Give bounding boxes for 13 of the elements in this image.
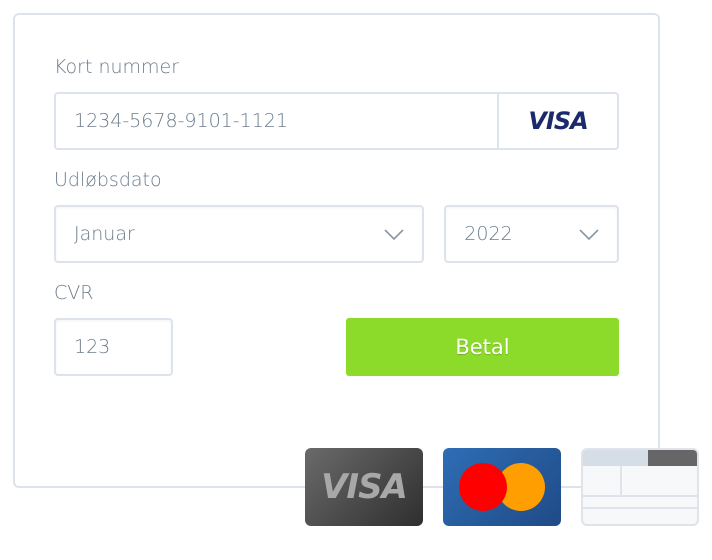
card-brand-text: VISA (497, 94, 617, 148)
chevron-down-icon (384, 228, 404, 240)
field-label: Udløbsdato (54, 168, 163, 192)
month-dropdown[interactable]: Januar (54, 205, 424, 263)
cvr-field[interactable]: 123 (54, 318, 173, 376)
field-label: Kort nummer (54, 55, 180, 79)
overlapping-circles-icon (459, 463, 545, 511)
card-brand-text: VISA (321, 467, 407, 507)
field-label: CVR (54, 281, 94, 305)
card-number-field[interactable]: 1234-5678-9101-1121 VISA (54, 92, 619, 150)
chevron-down-icon (579, 228, 599, 240)
card-number-value: 1234-5678-9101-1121 (73, 109, 289, 134)
year-dropdown[interactable]: 2022 (444, 205, 619, 263)
